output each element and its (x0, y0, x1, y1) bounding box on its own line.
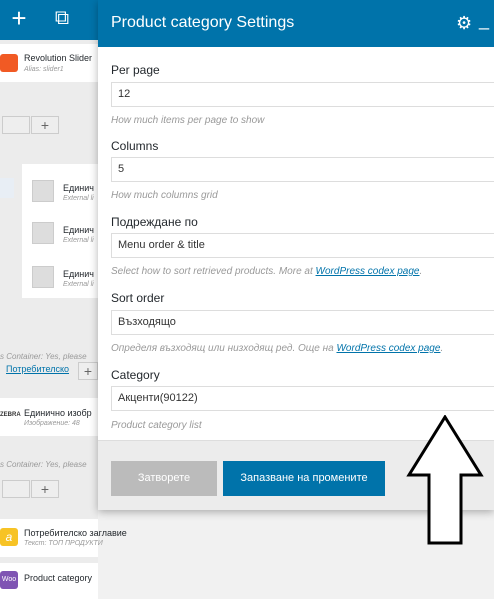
wordpress-codex-link[interactable]: WordPress codex page (316, 266, 420, 277)
container-note: s Container: Yes, please (0, 460, 87, 469)
builder-toolbar: + ⧉ (0, 0, 98, 40)
order-by-help: Select how to sort retrieved products. M… (111, 266, 423, 277)
row-layout-icon[interactable] (2, 480, 30, 498)
element-subtitle: External li (63, 237, 94, 244)
per-page-help: How much items per page to show (111, 115, 265, 126)
element-subtitle: Изображение: 48 (24, 420, 80, 427)
per-page-input[interactable]: 12 (111, 82, 494, 107)
annotation-up-arrow-icon (406, 415, 484, 545)
image-thumb-icon (32, 266, 54, 288)
element-subtitle: Alias: slider1 (24, 66, 64, 73)
element-subtitle: External li (63, 281, 94, 288)
gear-icon[interactable]: ⚙ (456, 13, 472, 34)
element-title: Единично изобр (24, 408, 92, 418)
custom-heading-link[interactable]: Потребителско (6, 364, 69, 374)
wordpress-codex-link[interactable]: WordPress codex page (336, 343, 440, 354)
element-title: Единич (63, 269, 94, 279)
sort-order-label: Sort order (111, 291, 165, 305)
templates-icon[interactable]: ⧉ (47, 0, 77, 36)
chart-thumb-icon (0, 178, 14, 198)
image-thumb-icon (32, 222, 54, 244)
minimize-icon[interactable]: _ (479, 10, 489, 31)
element-subtitle: External li (63, 195, 94, 202)
columns-label: Columns (111, 139, 159, 153)
row-layout-icon[interactable] (2, 116, 30, 134)
close-button[interactable]: Затворете (111, 461, 217, 496)
element-title: Потребителско заглавие (24, 528, 127, 538)
add-element-icon[interactable]: + (78, 362, 98, 380)
category-label: Category (111, 368, 160, 382)
element-subtitle: Текст: ТОП ПРОДУКТИ (24, 540, 103, 547)
add-row-icon[interactable]: + (31, 116, 59, 134)
modal-header: Product category Settings ⚙ _ (98, 0, 494, 47)
container-note: s Container: Yes, please (0, 352, 87, 361)
sort-order-help: Определя възходящ или низходящ ред. Още … (111, 343, 444, 354)
zebra-logo-icon: ZEBRA (0, 412, 21, 418)
order-by-label: Подреждане по (111, 215, 198, 229)
modal-title: Product category Settings (111, 14, 295, 31)
order-by-select[interactable]: Menu order & title (111, 233, 494, 258)
custom-heading-icon: a (0, 528, 18, 546)
save-changes-button[interactable]: Запазване на промените (223, 461, 385, 496)
per-page-label: Per page (111, 63, 160, 77)
image-thumb-icon (32, 180, 54, 202)
columns-input[interactable]: 5 (111, 157, 494, 182)
category-help: Product category list (111, 420, 202, 431)
element-title: Product category (24, 573, 93, 583)
element-title: Единич (63, 225, 94, 235)
add-row-icon[interactable]: + (31, 480, 59, 498)
columns-help: How much columns grid (111, 190, 218, 201)
add-element-icon[interactable]: + (4, 0, 34, 36)
sort-order-select[interactable]: Възходящо (111, 310, 494, 335)
category-input[interactable]: Акценти(90122) (111, 386, 494, 411)
element-title: Revolution Slider (24, 53, 93, 63)
woocommerce-icon: Woo (0, 571, 18, 589)
element-title: Единич (63, 183, 94, 193)
revolution-slider-icon (0, 54, 18, 72)
